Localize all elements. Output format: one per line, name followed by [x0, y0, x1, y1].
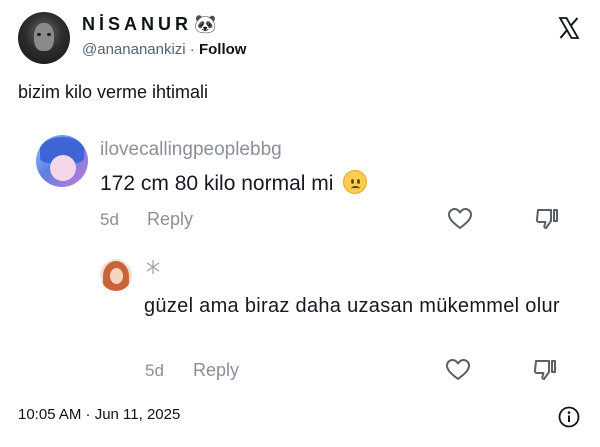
- heart-icon: [446, 359, 470, 380]
- comment-age: 5d: [100, 210, 119, 229]
- author-handle-row: @anananankizi · Follow: [82, 41, 246, 58]
- avatar-face: [110, 268, 123, 284]
- author-handle[interactable]: @anananankizi: [82, 41, 186, 58]
- info-icon[interactable]: [558, 406, 580, 428]
- post-timestamp[interactable]: 10:05 AM · Jun 11, 2025: [18, 406, 180, 423]
- reply-avatar: [100, 259, 132, 291]
- comment-text-content: 172 cm 80 kilo normal mi: [100, 172, 334, 195]
- reply-age: 5d: [145, 361, 164, 380]
- comment-username: ilovecallingpeoplebbg: [100, 139, 282, 160]
- avatar-eye: [37, 33, 41, 36]
- reply-reply-button: Reply: [193, 360, 240, 380]
- comment-reply-button: Reply: [147, 209, 194, 229]
- reply-text: güzel ama biraz daha uzasan mükemmel olu…: [144, 295, 560, 317]
- handle-separator: ·: [185, 41, 199, 58]
- avatar-eye: [47, 33, 51, 36]
- commenter-avatar: [36, 135, 88, 187]
- author-avatar[interactable]: [18, 12, 70, 64]
- author-display-name[interactable]: NİSANUR 🐼: [82, 14, 216, 35]
- thumbs-down-icon: [533, 360, 556, 380]
- sparkle-icon: [146, 260, 160, 274]
- embedded-image[interactable]: ilovecallingpeoplebbg 172 cm 80 kilo nor…: [18, 118, 582, 398]
- heart-icon: [448, 208, 472, 229]
- comment-text: 172 cm 80 kilo normal mi: [100, 170, 368, 196]
- post-text: bizim kilo verme ihtimali: [18, 82, 209, 102]
- worried-face-emoji: [343, 170, 368, 194]
- avatar-face: [34, 23, 54, 51]
- panda-emoji: 🐼: [194, 14, 217, 34]
- thumbs-down-icon: [535, 209, 558, 229]
- x-logo-icon[interactable]: [557, 16, 581, 40]
- follow-button[interactable]: Follow: [199, 41, 247, 58]
- avatar-face: [50, 155, 76, 181]
- display-name-text: NİSANUR: [82, 14, 193, 34]
